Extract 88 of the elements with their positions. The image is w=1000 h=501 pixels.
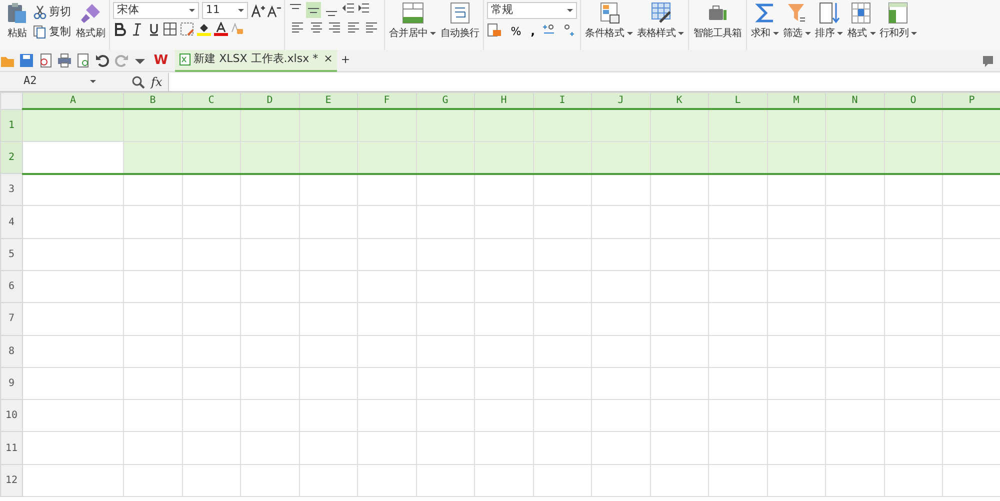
tool-button[interactable]: 条件格式 [584, 2, 634, 41]
decrease-font-icon[interactable] [267, 4, 282, 18]
distribute-icon[interactable] [365, 21, 378, 34]
increase-indent-icon[interactable] [357, 2, 370, 15]
decrease-indent-icon[interactable] [342, 2, 355, 15]
number-format-dropdown[interactable]: 常规 [487, 2, 578, 19]
comma-button[interactable]: , [528, 22, 537, 38]
tab-title: 新建 XLSX 工作表.xlsx * [194, 51, 318, 68]
increase-font-icon[interactable] [250, 4, 265, 18]
column-header[interactable]: P [942, 92, 1000, 109]
export-file-icon[interactable] [38, 53, 53, 68]
tool-button[interactable]: 智能工具箱 [692, 2, 743, 41]
formula-input[interactable] [168, 72, 1000, 90]
sigma-icon [754, 2, 776, 24]
copy-button[interactable]: 复制 [31, 22, 73, 42]
align-middle-icon [308, 8, 320, 12]
close-tab-button[interactable]: × [324, 51, 333, 68]
column-header[interactable]: D [240, 92, 299, 109]
align-right-icon[interactable] [328, 21, 342, 34]
align-left-icon[interactable] [291, 21, 304, 34]
paste-button[interactable]: 粘贴 [5, 2, 29, 41]
column-header[interactable]: K [650, 92, 708, 109]
justify-icon[interactable] [346, 21, 360, 34]
zoom-icon[interactable] [131, 74, 145, 88]
row-header[interactable]: 2 [0, 141, 22, 174]
column-header[interactable]: E [299, 92, 358, 109]
row-header[interactable]: 11 [0, 432, 22, 464]
merge-center-button[interactable]: 合并居中 [388, 2, 438, 41]
row-header[interactable]: 9 [0, 367, 22, 400]
format-painter-button[interactable]: 格式刷 [75, 2, 106, 41]
tool-button[interactable]: 筛选 [782, 2, 812, 41]
column-header[interactable]: B [124, 92, 182, 109]
column-header[interactable]: G [416, 92, 474, 109]
border-icon[interactable] [163, 22, 178, 36]
align-middle-icon-button[interactable] [306, 2, 322, 18]
tool-button[interactable]: 求和 [750, 2, 780, 41]
align-top-icon [290, 4, 302, 9]
row-header[interactable]: 7 [0, 302, 22, 336]
column-header[interactable]: J [592, 92, 650, 109]
row-header[interactable]: 4 [0, 206, 22, 238]
row-header[interactable]: 1 [0, 109, 22, 142]
copy-icon [33, 25, 47, 39]
clipboard-icon [6, 2, 28, 24]
column-header[interactable]: L [708, 92, 767, 109]
row-header[interactable]: 3 [0, 174, 22, 206]
save-icon[interactable] [19, 53, 34, 68]
function-button[interactable]: fx [151, 72, 162, 90]
row-header[interactable]: 10 [0, 400, 22, 432]
print-preview-icon[interactable] [76, 53, 91, 68]
row-header[interactable]: 5 [0, 238, 22, 270]
tool-button[interactable]: 行和列 [878, 2, 918, 41]
tool-button[interactable]: 表格样式 [636, 2, 686, 41]
fill-color-icon[interactable] [196, 22, 211, 36]
decrease-decimal-icon[interactable] [562, 23, 576, 37]
active-cell[interactable] [22, 141, 124, 174]
column-header[interactable]: A [22, 92, 124, 109]
undo-icon[interactable] [95, 53, 110, 68]
comment-icon[interactable] [982, 54, 994, 66]
column-header[interactable]: C [182, 92, 240, 109]
printer-icon[interactable] [57, 53, 72, 68]
cut-button[interactable]: 剪切 [31, 2, 73, 22]
currency-format-icon[interactable] [487, 23, 504, 37]
app-logo[interactable]: W [151, 50, 171, 70]
spreadsheet-file-icon [178, 53, 191, 66]
tool-button[interactable]: 格式 [846, 2, 876, 41]
percent-button[interactable]: % [508, 22, 524, 38]
font-size-dropdown[interactable]: 11 [202, 2, 248, 19]
paintbrush-icon [80, 2, 102, 24]
align-bottom-icon [326, 11, 337, 16]
column-header[interactable]: F [358, 92, 416, 109]
bold-icon[interactable] [113, 22, 128, 36]
column-header[interactable]: M [767, 92, 826, 109]
scissors-icon [33, 5, 47, 19]
column-header[interactable]: N [826, 92, 884, 109]
row-header[interactable]: 6 [0, 270, 22, 303]
row-header[interactable]: 8 [0, 335, 22, 368]
tool-button[interactable]: 排序 [814, 2, 844, 41]
new-tab-button[interactable]: + [340, 52, 350, 69]
align-center-icon[interactable] [310, 21, 323, 34]
font-name-dropdown[interactable]: 宋体 [113, 2, 200, 19]
file-tab[interactable]: 新建 XLSX 工作表.xlsx * × [174, 50, 337, 72]
column-header[interactable]: O [884, 92, 942, 109]
font-color-icon[interactable] [214, 22, 228, 36]
row-header[interactable]: 12 [0, 464, 22, 497]
column-header[interactable]: I [533, 92, 592, 109]
wrap-text-button[interactable]: 自动换行 [439, 2, 480, 41]
table-style-icon [650, 2, 672, 24]
column-header[interactable]: H [474, 92, 533, 109]
